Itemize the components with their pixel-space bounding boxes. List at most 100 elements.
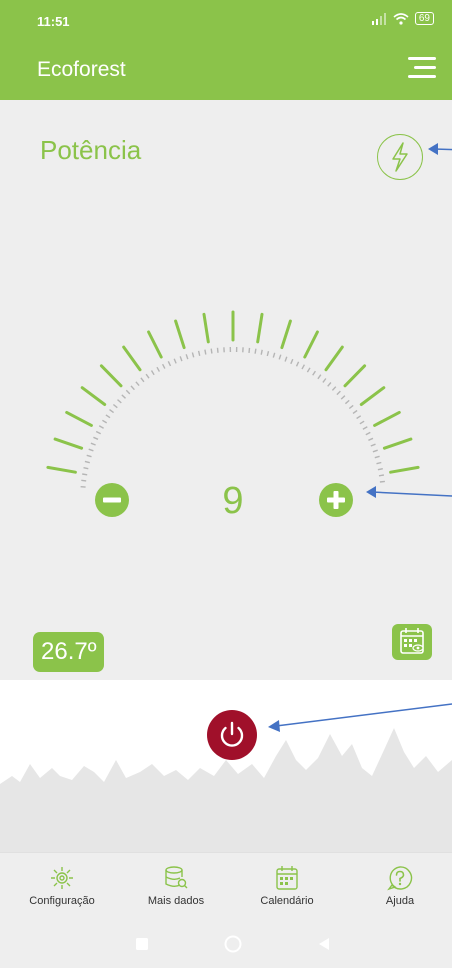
- back-icon[interactable]: [318, 937, 330, 951]
- battery-icon: 69: [414, 12, 434, 25]
- gauge-tick: [389, 465, 420, 474]
- schedule-button[interactable]: [392, 624, 432, 660]
- gauge-dot: [359, 420, 365, 425]
- gauge-dot: [150, 370, 155, 376]
- gauge-dot: [105, 414, 111, 419]
- gauge-dot: [130, 385, 135, 391]
- gauge-tick: [99, 364, 123, 388]
- gauge-dots: [80, 346, 385, 488]
- gauge-dot: [179, 356, 183, 362]
- section-title: Potência: [40, 135, 142, 165]
- gauge-dot: [145, 373, 150, 379]
- gauge-dot: [173, 358, 177, 364]
- annotation-arrowhead: [366, 486, 376, 498]
- gauge-dot: [284, 356, 288, 362]
- gauge-dot: [272, 352, 276, 358]
- gauge-dot: [372, 449, 378, 453]
- gauge-tick: [359, 386, 386, 406]
- lower-area: [0, 680, 452, 852]
- calendar-icon: [276, 866, 298, 890]
- gauge-dot: [356, 415, 362, 420]
- power-mode-button[interactable]: [377, 134, 423, 180]
- gauge-tick: [65, 410, 93, 427]
- nav-label: Calendário: [260, 895, 314, 907]
- gauge-dot: [290, 358, 294, 365]
- gauge-dot: [197, 350, 201, 356]
- gauge-dot: [254, 348, 257, 354]
- gauge-dot: [204, 349, 207, 355]
- signal-icon: [371, 12, 386, 25]
- gauge-dot: [322, 378, 327, 383]
- gauge-dot: [81, 479, 87, 482]
- gauge-dot: [156, 366, 161, 372]
- gauge-dot: [301, 364, 306, 370]
- power-button[interactable]: [207, 710, 257, 760]
- wifi-icon: [393, 12, 409, 25]
- help-icon: [387, 866, 413, 891]
- gauge-dot: [109, 409, 115, 414]
- annotation-arrow: [268, 703, 452, 732]
- gauge-tick: [174, 319, 186, 350]
- gauge-dot: [377, 468, 383, 471]
- increase-button[interactable]: [319, 483, 353, 517]
- minus-icon: [103, 497, 121, 503]
- status-icons: 69: [371, 12, 434, 25]
- gauge-tick: [256, 312, 264, 344]
- gauge-dot: [98, 425, 104, 429]
- menu-icon[interactable]: [408, 57, 436, 79]
- gauge-dot: [248, 347, 251, 353]
- power-icon: [220, 721, 244, 747]
- status-time: 11:51: [37, 14, 70, 29]
- nav-calendario[interactable]: Calendário: [237, 865, 337, 907]
- nav-configuracao[interactable]: Configuração: [12, 865, 112, 907]
- gauge-tick: [147, 330, 163, 359]
- gauge-tick: [53, 437, 84, 450]
- gauge-tick: [202, 312, 210, 344]
- gauge-dot: [376, 461, 382, 465]
- database-search-icon: [165, 866, 188, 889]
- system-nav-bar: [0, 924, 452, 968]
- gauge-dot: [140, 377, 145, 383]
- decrease-button[interactable]: [95, 483, 129, 517]
- gauge-dot: [340, 395, 346, 400]
- recent-apps-icon[interactable]: [135, 937, 149, 951]
- gauge-dot: [135, 381, 140, 387]
- gauge-dot: [378, 474, 385, 477]
- power-panel: Potência 9 26.7º: [0, 100, 452, 680]
- gauge-dot: [161, 363, 166, 369]
- nav-label: Ajuda: [385, 895, 415, 907]
- gauge-dot: [112, 403, 118, 409]
- gauge-dot: [365, 431, 371, 436]
- gauge-dot: [83, 467, 89, 470]
- bottom-nav: Configuração Mais dados Calendário Ajuda: [0, 852, 452, 924]
- gauge-tick: [324, 345, 344, 372]
- gauge-dot: [210, 348, 213, 354]
- nav-label: Configuração: [29, 895, 95, 907]
- gauge-dot: [125, 389, 131, 395]
- nav-ajuda[interactable]: Ajuda: [350, 865, 450, 907]
- gauge-dot: [117, 399, 122, 404]
- gauge-dot: [368, 437, 374, 441]
- gauge-dot: [379, 480, 385, 483]
- gauge-tick: [122, 345, 142, 372]
- lightning-icon: [391, 141, 408, 172]
- gauge-tick: [303, 330, 319, 359]
- gauge-dot: [352, 409, 358, 414]
- gauge-dot: [327, 382, 332, 387]
- gauge-dot: [185, 354, 189, 360]
- home-icon[interactable]: [224, 935, 242, 953]
- calendar-eye-icon: [400, 628, 424, 654]
- gauge-tick: [373, 410, 401, 427]
- gauge-dot: [88, 448, 94, 452]
- gauge-tick: [280, 319, 292, 350]
- gauge-dot: [331, 386, 337, 391]
- gauge-dot: [266, 351, 270, 357]
- gauge-dot: [102, 419, 108, 424]
- gauge-dot: [191, 352, 195, 358]
- nav-mais-dados[interactable]: Mais dados: [126, 865, 226, 907]
- gauge-dot: [82, 473, 88, 476]
- gauge-dot: [362, 426, 368, 430]
- gauge-dot: [86, 454, 92, 458]
- power-level-value: 9: [222, 480, 243, 522]
- gauge-tick: [46, 465, 77, 474]
